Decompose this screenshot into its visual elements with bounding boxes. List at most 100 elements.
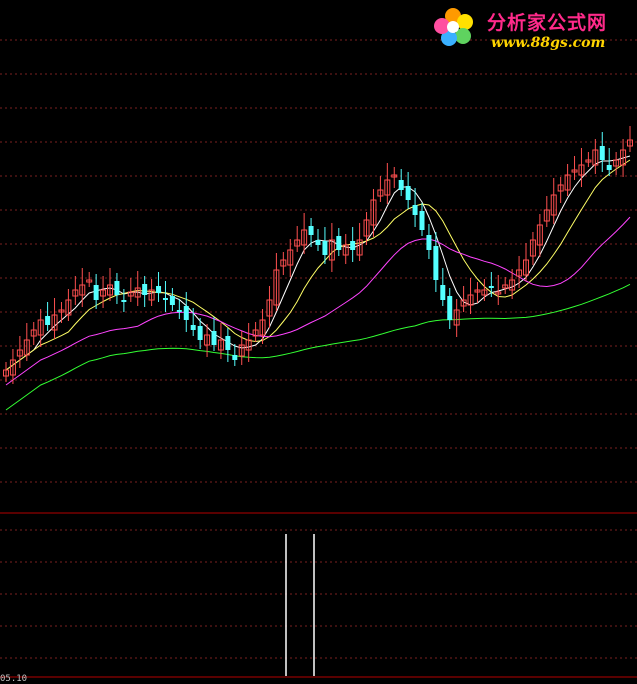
candle-body [440,285,446,300]
moving-average-lines [5,155,631,411]
indicator-bars [285,534,315,676]
candle [23,323,30,361]
candle [142,276,148,307]
candle [134,271,141,306]
candle-body [599,146,605,160]
watermark-logo: 分析家公式网 www.88gs.com [433,4,629,54]
candlestick-series [3,126,633,384]
candle-body [114,281,120,295]
candle [169,288,175,311]
candle [474,282,481,303]
watermark-url: www.88gs.com [491,35,606,51]
candle-body [183,306,189,320]
candle [377,176,384,202]
candle [3,362,9,382]
candle-body [419,211,425,230]
candle [100,276,107,308]
candle-body [121,300,127,302]
candle [543,196,550,227]
candle-body [225,336,231,350]
candle-body [162,298,168,300]
candle [37,309,44,347]
candle [350,227,356,262]
candle [550,178,557,224]
candle [613,152,620,175]
candle [280,252,287,275]
candle-body [211,331,217,345]
candle [156,272,162,302]
candle-body [322,241,328,255]
candle-body [447,296,453,320]
candle [176,299,182,319]
candle [585,152,592,167]
candle [259,309,266,344]
candle [627,126,633,152]
candle [606,148,612,176]
candle [384,163,391,204]
candle-body [412,205,418,215]
candle [72,276,79,305]
candle [294,226,301,252]
watermark-title: 分析家公式网 [487,12,608,34]
candle [58,302,65,323]
date-axis-label: 05.10 [0,674,28,684]
candle-body [142,284,148,295]
candle [447,288,453,329]
candle-body [176,310,182,312]
candle-body [405,186,411,200]
candle [342,234,349,264]
candle-body [606,165,612,170]
candle [398,169,404,196]
ma5-line [5,155,631,371]
candle [93,274,99,309]
candle [107,268,113,301]
candle-body [350,241,356,250]
candle [266,286,273,328]
candle [467,278,474,314]
candle [51,298,58,339]
candle-body [433,246,439,280]
candle [599,132,605,172]
candle [592,139,599,174]
candle [419,203,425,236]
candle [405,172,411,209]
candle [523,243,529,281]
candle [162,281,168,312]
candle [426,224,432,259]
candle [127,278,134,302]
candle [16,336,23,368]
candle-body [308,226,314,235]
candle-body [45,316,51,325]
candle [557,177,564,203]
chart-canvas [0,39,637,678]
ma10-line [5,159,631,371]
candle-body [315,240,321,245]
candle [245,323,252,362]
price-grid [0,39,637,483]
candle [440,268,446,306]
candle [481,279,488,301]
flower-logo-icon [434,8,473,46]
candle [79,268,86,307]
candle [315,229,321,251]
candle [183,292,189,332]
candle-body [156,286,162,293]
candle-body [398,180,404,190]
candle [502,277,509,294]
candle-body [336,236,342,250]
candle [86,272,93,287]
candle [336,228,342,256]
indicator-grid [0,529,637,659]
candle [45,302,51,331]
candle [391,167,398,188]
candle [65,289,72,321]
candle [328,223,335,272]
candle [516,256,523,288]
candle [273,253,280,311]
candle [252,322,259,342]
candle [578,148,585,187]
candle-body [488,286,494,288]
candle [453,299,460,337]
candle [529,232,536,265]
candle [287,239,294,277]
